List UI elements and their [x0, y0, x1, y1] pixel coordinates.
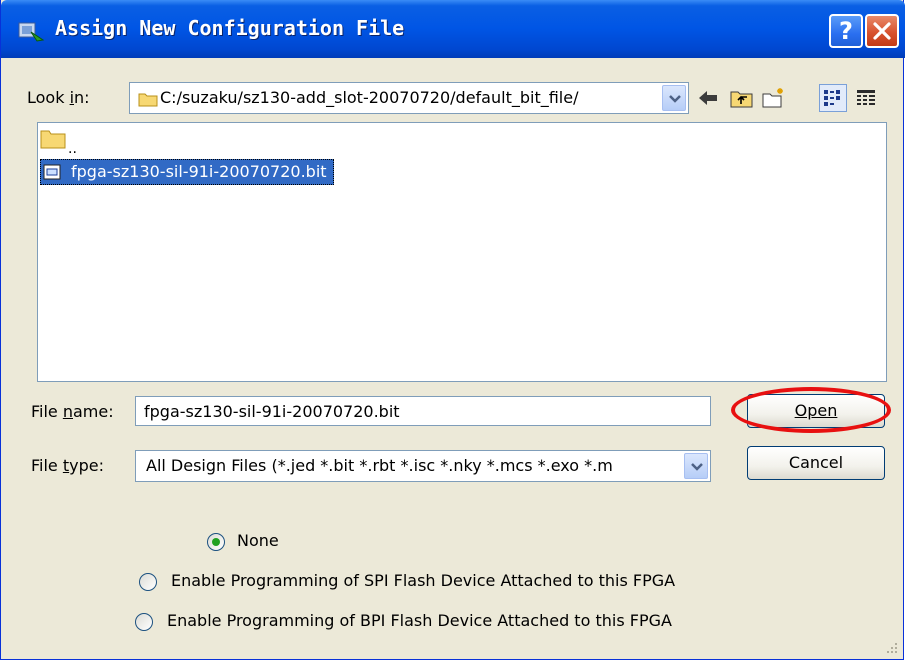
list-view-button[interactable]: [819, 84, 847, 112]
file-type-dropdown[interactable]: All Design Files (*.jed *.bit *.rbt *.is…: [135, 450, 711, 482]
file-list[interactable]: .. fpga-sz130-sil-91i-20070720.bit: [37, 122, 887, 382]
close-button[interactable]: [865, 14, 899, 48]
file-name: fpga-sz130-sil-91i-20070720.bit: [71, 162, 327, 181]
close-icon: [873, 22, 891, 40]
up-folder-icon[interactable]: [729, 86, 755, 110]
radio-none-label: None: [237, 531, 279, 550]
file-type-label: File type:: [31, 456, 104, 475]
cancel-button[interactable]: Cancel: [747, 446, 885, 480]
details-view-icon[interactable]: [853, 86, 879, 110]
list-view-icon: [824, 90, 840, 106]
file-type-value: All Design Files (*.jed *.bit *.rbt *.is…: [146, 456, 613, 475]
radio-bpi-flash[interactable]: [135, 613, 153, 631]
help-button[interactable]: ?: [829, 14, 863, 48]
cancel-button-label: Cancel: [788, 453, 844, 472]
impact-app-icon: [18, 22, 45, 42]
chevron-down-icon: [669, 95, 681, 103]
resize-grip-icon[interactable]: [885, 641, 899, 655]
dialog-window: Assign New Configuration File ? Look in:…: [0, 0, 905, 660]
file-name-input[interactable]: [135, 396, 711, 426]
bit-file-icon: [43, 164, 61, 180]
annotation-circle: [731, 387, 891, 433]
radio-none[interactable]: [207, 533, 225, 551]
look-in-path: C:/suzaku/sz130-add_slot-20070720/defaul…: [160, 88, 579, 107]
back-icon[interactable]: [695, 86, 721, 110]
parent-folder-item[interactable]: ..: [40, 127, 77, 157]
new-folder-icon[interactable]: [761, 86, 787, 110]
look-in-dropdown[interactable]: C:/suzaku/sz130-add_slot-20070720/defaul…: [129, 82, 689, 114]
title-bar[interactable]: Assign New Configuration File ?: [1, 0, 905, 58]
chevron-down-icon: [691, 463, 703, 471]
parent-folder-label: ..: [68, 141, 77, 157]
list-item[interactable]: fpga-sz130-sil-91i-20070720.bit: [40, 159, 334, 185]
window-title: Assign New Configuration File: [55, 16, 405, 40]
radio-spi-flash-label: Enable Programming of SPI Flash Device A…: [171, 571, 676, 590]
radio-selected-dot: [212, 538, 220, 546]
folder-icon: [138, 93, 158, 107]
help-icon: ?: [839, 17, 853, 45]
file-name-label: File name:: [31, 402, 114, 421]
look-in-label: Look in:: [27, 88, 90, 107]
folder-icon: [40, 130, 66, 149]
look-in-dropdown-arrow[interactable]: [662, 85, 686, 111]
radio-bpi-flash-label: Enable Programming of BPI Flash Device A…: [167, 611, 672, 630]
file-type-dropdown-arrow[interactable]: [684, 453, 708, 479]
radio-spi-flash[interactable]: [139, 573, 157, 591]
